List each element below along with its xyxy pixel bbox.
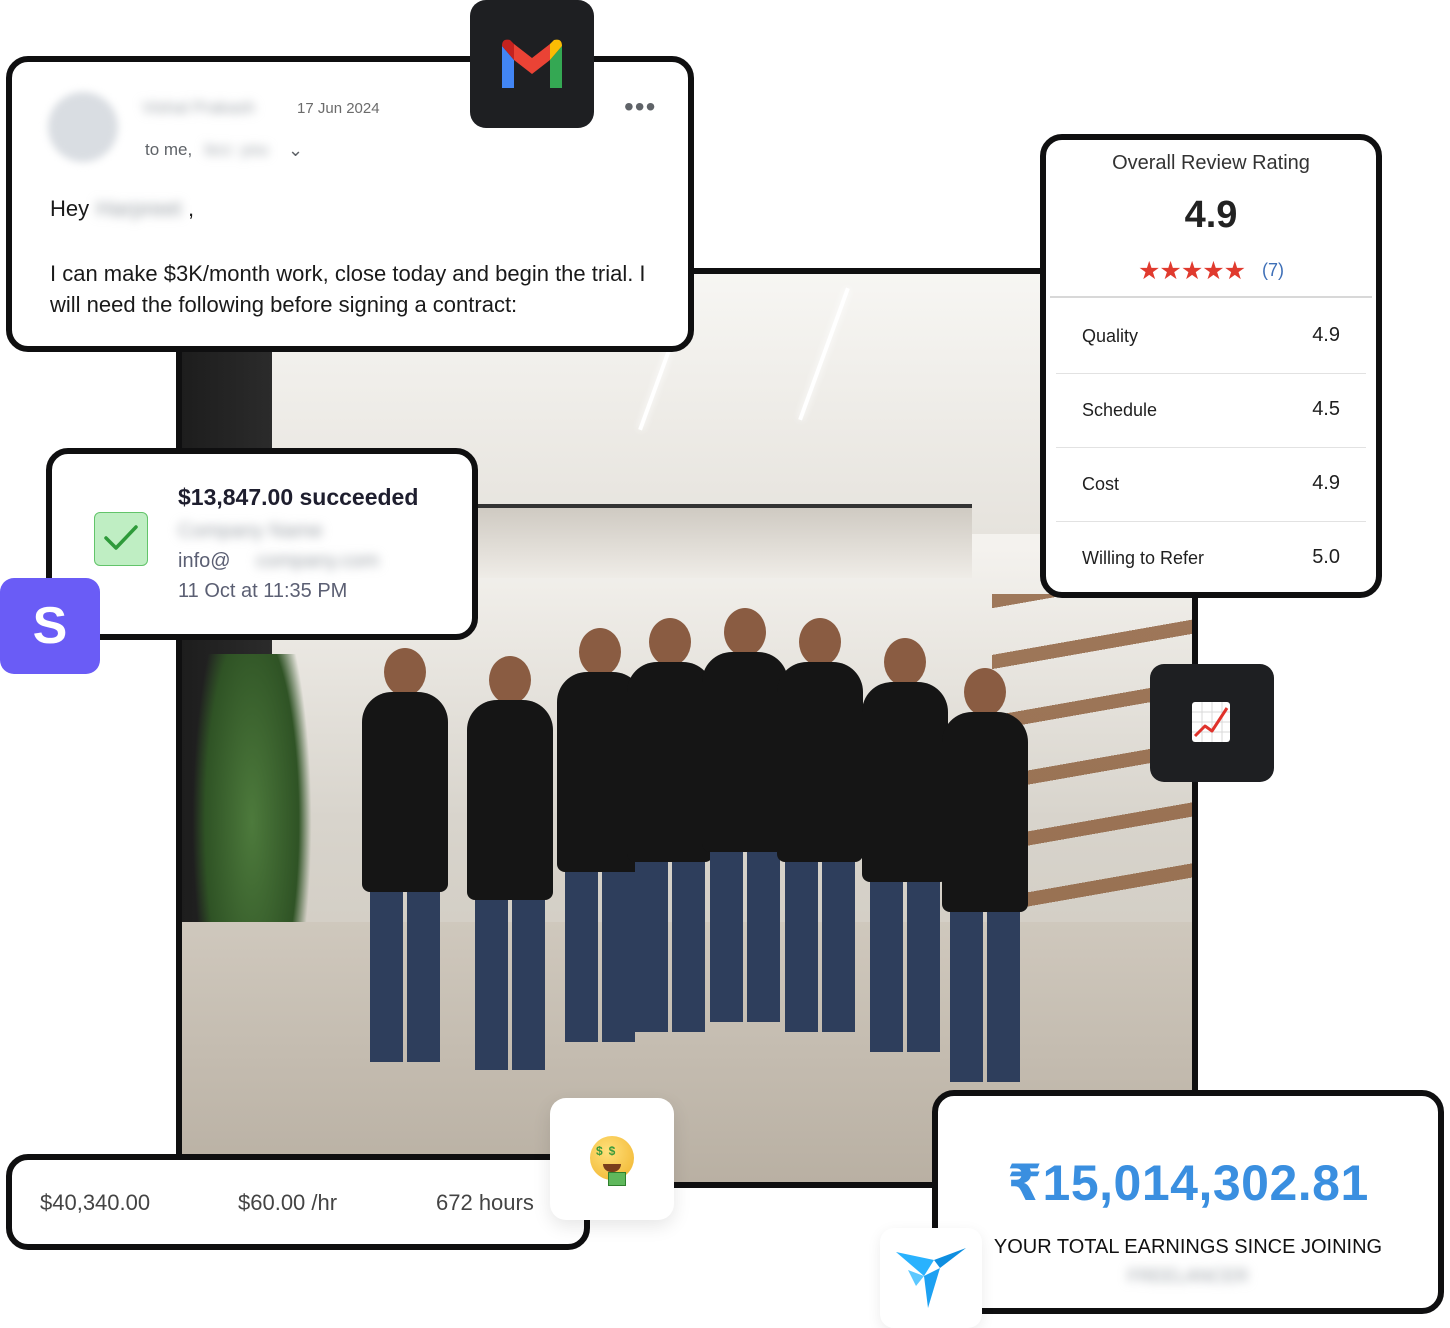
total-earned: $40,340.00	[40, 1190, 151, 1215]
email-date: 17 Jun 2024	[297, 100, 380, 117]
mezzanine	[412, 504, 972, 578]
email-body: I can make $3K/month work, close today a…	[50, 261, 646, 317]
payment-email: info@	[178, 550, 231, 572]
review-title: Overall Review Rating	[1112, 152, 1310, 174]
review-count[interactable]: (7)	[1262, 260, 1284, 281]
team-member	[702, 608, 788, 1022]
sender-name: Vishal Prakash	[142, 98, 256, 117]
hours-worked: 672 hours	[436, 1190, 534, 1215]
greeting: Hey	[50, 196, 90, 221]
earnings-caption: YOUR TOTAL EARNINGS SINCE JOINING	[993, 1236, 1383, 1258]
review-row-label: Schedule	[1082, 400, 1158, 420]
payment-company: Company Name	[178, 520, 323, 542]
review-row-label: Willing to Refer	[1082, 548, 1205, 568]
payment-email-domain: company.com	[256, 550, 380, 572]
review-row-quality: Quality 4.9	[1056, 300, 1366, 374]
team-member	[467, 656, 553, 1070]
review-row-value: 4.9	[1312, 324, 1340, 346]
chevron-down-icon[interactable]: ⌄	[288, 140, 303, 161]
review-row-cost: Cost 4.9	[1056, 448, 1366, 522]
team-member	[627, 618, 713, 1032]
review-score: 4.9	[1184, 194, 1238, 236]
recipient-line: to me,	[145, 140, 193, 159]
divider	[1050, 296, 1372, 298]
more-options-icon[interactable]: •••	[624, 93, 656, 121]
gmail-icon	[470, 0, 594, 128]
stats-bar: $40,340.00 $60.00 /hr 672 hours	[6, 1154, 590, 1250]
star-rating-icon: ★★★★★	[1138, 257, 1246, 285]
greeting-comma: ,	[188, 196, 195, 221]
team-member	[362, 648, 448, 1062]
payment-card: $13,847.00 succeeded Company Name info@ …	[46, 448, 478, 640]
earnings-platform: FREELANCER	[1127, 1266, 1249, 1286]
chart-increasing-icon	[1150, 664, 1274, 782]
team-member	[777, 618, 863, 1032]
success-check-icon	[94, 512, 148, 566]
review-row-schedule: Schedule 4.5	[1056, 374, 1366, 448]
review-row-label: Cost	[1082, 474, 1120, 494]
review-row-refer: Willing to Refer 5.0	[1056, 522, 1366, 595]
team-member	[862, 638, 948, 1052]
review-card: Overall Review Rating 4.9 ★★★★★ (7) Qual…	[1040, 134, 1382, 598]
payment-timestamp: 11 Oct at 11:35 PM	[178, 580, 348, 602]
review-row-value: 4.5	[1312, 398, 1340, 420]
earnings-card: ₹15,014,302.81 YOUR TOTAL EARNINGS SINCE…	[932, 1090, 1444, 1314]
team-member	[942, 668, 1028, 1082]
stripe-icon: S	[0, 578, 100, 674]
money-mouth-face-icon: $$	[550, 1098, 674, 1220]
payment-amount: $13,847.00 succeeded	[178, 484, 419, 510]
recipient-extra: bcc: you	[205, 140, 269, 159]
freelancer-bird-icon	[880, 1228, 982, 1328]
total-earnings: ₹15,014,302.81	[1007, 1155, 1369, 1211]
recipient-name: Harpreet	[96, 196, 182, 221]
review-row-label: Quality	[1082, 326, 1139, 346]
sender-avatar	[48, 92, 118, 162]
hourly-rate: $60.00 /hr	[238, 1190, 338, 1215]
review-row-value: 4.9	[1312, 472, 1340, 494]
review-row-value: 5.0	[1312, 546, 1340, 568]
